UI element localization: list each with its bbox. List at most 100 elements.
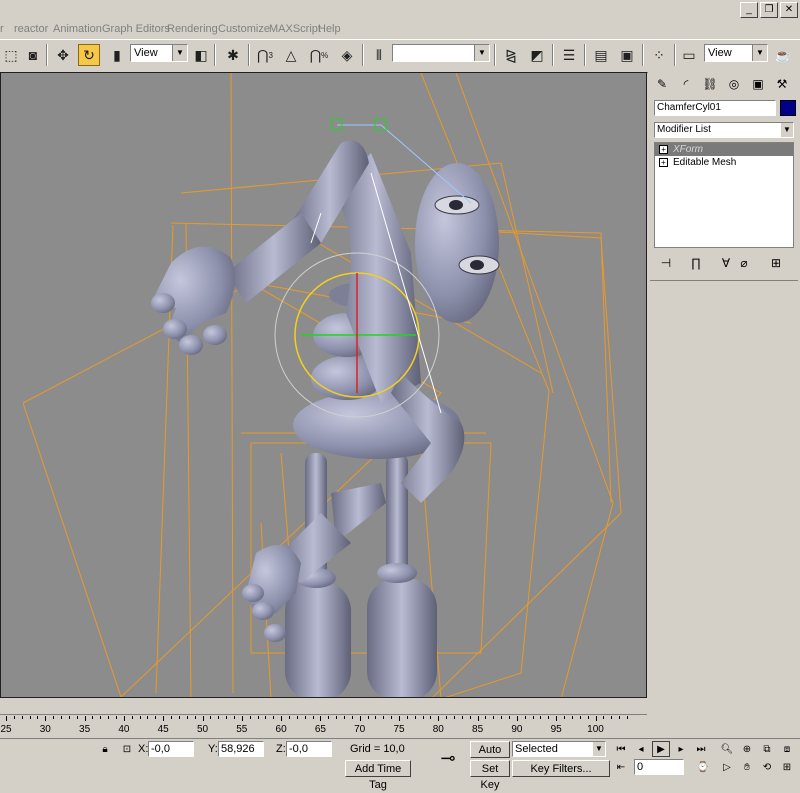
auto-key-button[interactable]: Auto Key — [470, 741, 510, 772]
menu-item-customize[interactable]: Customize — [218, 23, 270, 35]
named-selection-dropdown[interactable]: ▼ — [392, 44, 490, 62]
stack-item-label: XForm — [673, 144, 703, 155]
stack-item-xform[interactable]: + XForm — [655, 143, 793, 156]
menu-item-r[interactable]: r — [0, 23, 4, 35]
show-end-result-icon[interactable]: ∏ — [686, 254, 706, 272]
percent-snap-label: % — [321, 50, 329, 60]
render-view-dropdown[interactable]: View ▼ — [704, 44, 768, 62]
add-time-tag-button[interactable]: Add Time Tag — [345, 760, 411, 791]
timeline-minor-tick — [13, 716, 15, 719]
modifier-list-dropdown[interactable]: Modifier List ▼ — [654, 122, 794, 138]
named-selection-icon[interactable]: ⦀ — [368, 44, 390, 66]
spinner-snap-icon[interactable]: ◈ — [336, 44, 358, 66]
restore-button[interactable]: ❐ — [760, 2, 778, 18]
timeline-tick-label: 80 — [432, 724, 444, 735]
pivot-center-icon[interactable]: ◧ — [190, 44, 212, 66]
set-key-button[interactable]: Set Key — [470, 760, 510, 791]
align-icon[interactable]: ◩ — [526, 44, 548, 66]
zoom-extents-icon[interactable]: ⧉ — [758, 741, 776, 757]
previous-frame-icon[interactable]: ◂ — [632, 741, 650, 757]
toolbar-divider — [46, 44, 48, 66]
remove-modifier-icon[interactable]: ⌀ — [734, 254, 754, 272]
object-name-field[interactable]: ChamferCyl01 — [654, 100, 776, 116]
reference-coordinate-dropdown[interactable]: View ▼ — [130, 44, 188, 62]
timeline-tick-label: 30 — [39, 724, 51, 735]
quick-render-icon[interactable]: ☕ — [772, 44, 794, 66]
select-manipulate-icon[interactable]: ✱ — [222, 44, 244, 66]
x-coordinate-field[interactable]: -0,0 — [148, 741, 194, 757]
create-tab-icon[interactable]: ✎ — [652, 74, 672, 94]
menu-item-help[interactable]: Help — [318, 23, 341, 35]
select-region-icon[interactable]: ⬚ — [0, 44, 22, 66]
render-scene-icon[interactable]: ▭ — [678, 44, 700, 66]
layer-manager-icon[interactable]: ☰ — [558, 44, 580, 66]
timeline-minor-tick — [540, 716, 542, 719]
menu-item-graph-editors[interactable]: Graph Editors — [102, 23, 170, 35]
make-unique-icon[interactable]: ∀ — [716, 254, 736, 272]
menu-item-rendering[interactable]: Rendering — [167, 23, 218, 35]
zoom-all-icon[interactable]: ⊕ — [738, 741, 756, 757]
menu-item-animation[interactable]: Animation — [53, 23, 102, 35]
motion-tab-icon[interactable]: ◎ — [724, 74, 744, 94]
mirror-icon[interactable]: ⧎ — [500, 44, 522, 66]
absolute-mode-icon[interactable]: ⊡ — [118, 741, 136, 757]
scale-icon[interactable]: ▮ — [106, 44, 128, 66]
play-icon[interactable]: ▶ — [652, 741, 670, 757]
timeline-ruler[interactable]: 25 30 35 40 45 50 55 60 65 70 75 80 85 90 95 100 — [0, 716, 647, 738]
curve-editor-icon[interactable]: ▤ — [590, 44, 612, 66]
minimize-button[interactable]: _ — [740, 2, 758, 18]
key-filters-button[interactable]: Key Filters... — [512, 760, 610, 777]
stack-item-label: Editable Mesh — [673, 157, 737, 168]
key-mode-dropdown[interactable]: Selected ▼ — [512, 741, 606, 757]
y-coordinate-field[interactable]: 58,926 — [218, 741, 264, 757]
timeline-tick — [477, 716, 479, 721]
window-crossing-icon[interactable]: ◙ — [22, 44, 44, 66]
perspective-viewport[interactable] — [0, 72, 647, 698]
z-coordinate-field[interactable]: -0,0 — [286, 741, 332, 757]
maximize-viewport-icon[interactable]: ⊞ — [778, 759, 796, 775]
menu-item-maxscript[interactable]: MAXScript — [269, 23, 321, 35]
stack-item-editable-mesh[interactable]: + Editable Mesh — [655, 156, 793, 169]
zoom-extents-all-icon[interactable]: ⧈ — [778, 741, 796, 757]
material-editor-icon[interactable]: ⁘ — [648, 44, 670, 66]
arc-rotate-icon[interactable]: ⟲ — [758, 759, 776, 775]
go-to-start-icon[interactable]: ⏮ — [612, 741, 630, 757]
move-icon[interactable]: ✥ — [52, 44, 74, 66]
expand-icon[interactable]: + — [659, 145, 668, 154]
timeline-minor-tick — [37, 716, 39, 719]
timeline-minor-tick — [351, 716, 353, 719]
timeline-tick-label: 85 — [472, 724, 484, 735]
time-slider[interactable] — [0, 698, 647, 715]
snap-toggle-icon[interactable]: ⋂ 3 — [254, 44, 276, 66]
set-key-icon[interactable]: ⊸ — [434, 743, 462, 773]
close-button[interactable]: ✕ — [780, 2, 798, 18]
object-color-swatch[interactable] — [780, 100, 796, 116]
key-mode-value: Selected — [515, 743, 558, 755]
key-mode-toggle-icon[interactable]: ⇤ — [612, 759, 630, 775]
field-of-view-icon[interactable]: ▷ — [718, 759, 736, 775]
pan-icon[interactable]: ✋︎ — [738, 759, 756, 775]
expand-icon[interactable]: + — [659, 158, 668, 167]
rotate-icon[interactable]: ↻ — [78, 44, 100, 66]
schematic-view-icon[interactable]: ▣ — [616, 44, 638, 66]
hierarchy-tab-icon[interactable]: ⛓ — [700, 74, 720, 94]
configure-modifier-sets-icon[interactable]: ⊞ — [766, 254, 786, 272]
time-configuration-icon[interactable]: ⌚ — [694, 759, 712, 775]
timeline-minor-tick — [375, 716, 377, 719]
zoom-icon[interactable]: 🔍︎ — [718, 741, 736, 757]
z-label: Z: — [276, 743, 286, 755]
timeline-minor-tick — [383, 716, 385, 719]
angle-snap-icon[interactable]: △ — [280, 44, 302, 66]
lock-selection-icon[interactable]: 🔒︎ — [96, 741, 114, 757]
current-frame-field[interactable]: 0 — [634, 759, 684, 775]
modify-tab-icon[interactable]: ◜ — [676, 74, 696, 94]
utilities-tab-icon[interactable]: ⚒ — [772, 74, 792, 94]
percent-snap-icon[interactable]: ⋂% — [308, 44, 330, 66]
go-to-end-icon[interactable]: ⏭ — [692, 741, 710, 757]
next-frame-icon[interactable]: ▸ — [672, 741, 690, 757]
display-tab-icon[interactable]: ▣ — [748, 74, 768, 94]
menu-item-reactor[interactable]: reactor — [14, 23, 48, 35]
timeline-minor-tick — [343, 716, 345, 719]
pin-stack-icon[interactable]: ⊣ — [656, 254, 676, 272]
timeline-minor-tick — [304, 716, 306, 719]
